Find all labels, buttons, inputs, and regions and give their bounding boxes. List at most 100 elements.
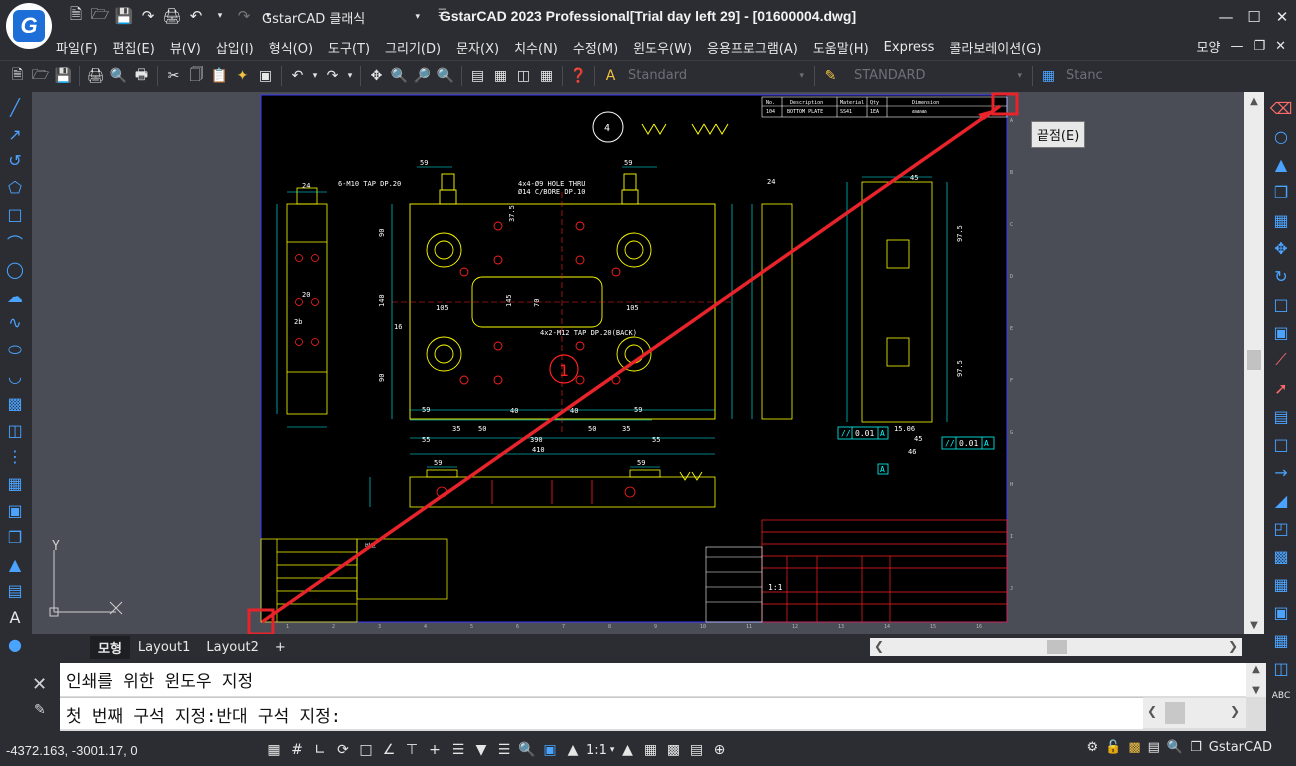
chamfer-icon[interactable]: ◢ — [1269, 488, 1293, 512]
new-icon[interactable]: 🗎 — [6, 64, 29, 87]
snap-icon[interactable]: # — [287, 739, 307, 761]
menu-help[interactable]: 도움말(H) — [813, 38, 878, 57]
pan-icon[interactable]: ✥ — [365, 64, 388, 87]
cut-icon[interactable]: ✂ — [162, 64, 185, 87]
join-icon[interactable]: → — [1269, 460, 1293, 484]
clean-screen-icon[interactable]: ▤ — [1148, 740, 1160, 755]
save-icon[interactable]: 💾 — [114, 6, 134, 26]
ortho-icon[interactable]: ∟ — [310, 739, 330, 761]
scroll-up-icon[interactable]: ▲ — [1244, 92, 1264, 110]
command-scroll-thumb[interactable] — [1165, 702, 1185, 724]
menu-file[interactable]: 파일(F) — [56, 38, 107, 57]
model-space-icon[interactable]: ▣ — [540, 739, 560, 761]
gear-icon[interactable]: ⚙ — [1086, 740, 1098, 755]
explode-icon[interactable]: ▩ — [1269, 544, 1293, 568]
menu-express[interactable]: Express — [884, 40, 944, 55]
gradient-icon[interactable]: ▣ — [3, 499, 27, 522]
scroll-down-icon[interactable]: ▼ — [1244, 616, 1264, 634]
text-style-select[interactable]: Standard ▾ — [622, 64, 810, 87]
fullscreen-icon[interactable]: ❐ — [1190, 740, 1202, 755]
wipeout-icon[interactable]: ▲ — [3, 553, 27, 576]
erase-icon[interactable]: ⌫ — [1269, 96, 1293, 120]
dim-style-icon[interactable]: ✎ — [819, 64, 842, 87]
mirror-icon[interactable]: ▲ — [1269, 152, 1293, 176]
undo-dropdown-icon[interactable]: ▾ — [309, 64, 321, 87]
edit-spline-icon[interactable]: ▣ — [1269, 600, 1293, 624]
multiline-text-icon[interactable]: A — [3, 606, 27, 629]
close-icon[interactable]: ✕ — [1268, 0, 1296, 34]
model-space-viewport[interactable]: No. Description Material Qty Dimension 1… — [32, 92, 1264, 634]
zoom-window-icon[interactable]: 🔎 — [411, 64, 434, 87]
command-customize-icon[interactable]: ✎ — [34, 702, 46, 718]
offset-icon[interactable]: ❐ — [1269, 180, 1293, 204]
tab-layout2[interactable]: Layout2 — [198, 638, 266, 657]
table-style-icon[interactable]: ▦ — [1037, 64, 1060, 87]
zoom-realtime-icon[interactable]: 🔍 — [388, 64, 411, 87]
scroll-down-icon[interactable]: ▼ — [1252, 685, 1260, 696]
save-as-icon[interactable]: ↷ — [138, 6, 158, 26]
hardware-acceleration-icon[interactable]: ▩ — [1128, 740, 1140, 755]
annotation-monitor-icon[interactable]: ⊕ — [709, 739, 729, 761]
hatch-icon[interactable]: ▦ — [3, 472, 27, 495]
shape-menu[interactable]: 모양 — [1197, 37, 1221, 56]
make-block-icon[interactable]: ◫ — [3, 419, 27, 442]
menu-dimension[interactable]: 치수(N) — [514, 38, 567, 57]
menu-applications[interactable]: 응용프로그램(A) — [707, 38, 807, 57]
doc-minimize-icon[interactable]: — — [1230, 39, 1243, 54]
copy-icon[interactable]: 🗍 — [185, 64, 208, 87]
menu-text[interactable]: 문자(X) — [456, 38, 508, 57]
text-style-icon[interactable]: A — [599, 64, 622, 87]
menu-view[interactable]: 뷰(V) — [170, 38, 210, 57]
dim-style-select[interactable]: STANDARD ▾ — [848, 64, 1028, 87]
fillet-icon[interactable]: ◰ — [1269, 516, 1293, 540]
scroll-up-icon[interactable]: ▲ — [1252, 664, 1260, 675]
polyline-icon[interactable]: ↺ — [3, 150, 27, 173]
menu-insert[interactable]: 삽입(I) — [216, 38, 263, 57]
save-icon[interactable]: 💾 — [52, 64, 75, 87]
tab-model[interactable]: 모형 — [90, 635, 130, 659]
point-icon[interactable]: ⋮ — [3, 446, 27, 469]
stretch-icon[interactable]: ▣ — [1269, 320, 1293, 344]
plot-preview-icon[interactable]: 🔍 — [107, 64, 130, 87]
transparency-icon[interactable]: ▩ — [663, 739, 683, 761]
command-input[interactable]: 첫 번째 구석 지정:반대 구석 지정: — [60, 697, 1143, 729]
chevron-down-icon[interactable]: ▾ — [610, 745, 615, 755]
revision-cloud-icon[interactable]: ☁ — [3, 285, 27, 308]
edit-hatch-icon[interactable]: ▦ — [1269, 628, 1293, 652]
doc-close-icon[interactable]: ✕ — [1275, 39, 1286, 54]
tab-add-layout[interactable]: + — [267, 638, 294, 657]
circle-icon[interactable]: ◯ — [3, 258, 27, 281]
grid-icon[interactable]: ▦ — [264, 739, 284, 761]
edit-array-icon[interactable]: ◫ — [1269, 656, 1293, 680]
gstarcad-logo-icon[interactable]: G — [6, 3, 52, 49]
publish-icon[interactable]: 🖶 — [130, 64, 153, 87]
trim-icon[interactable]: ⟋ — [1269, 348, 1293, 372]
command-horizontal-scrollbar[interactable]: ❮ ❯ — [1143, 698, 1246, 728]
table-icon[interactable]: ▤ — [3, 580, 27, 603]
annotation-scale[interactable]: 1:1 — [586, 743, 607, 758]
arc-icon[interactable]: ⌒ — [3, 230, 27, 254]
region-icon[interactable]: ❐ — [3, 526, 27, 549]
line-icon[interactable]: ╱ — [3, 96, 27, 119]
annotation-visibility-icon[interactable]: ▲ — [563, 739, 583, 761]
cursor-coordinates[interactable]: -4372.163, -3001.17, 0 — [6, 743, 138, 758]
extend-icon[interactable]: ➚ — [1269, 376, 1293, 400]
menu-modify[interactable]: 수정(M) — [573, 38, 627, 57]
redo-dropdown-icon[interactable]: ▾ — [344, 64, 356, 87]
plot-icon[interactable]: 🖨 — [84, 64, 107, 87]
tab-layout1[interactable]: Layout1 — [130, 638, 198, 657]
ellipse-icon[interactable]: ⬭ — [3, 338, 27, 361]
vertical-scrollbar[interactable]: ▲ ▼ — [1244, 92, 1264, 634]
search-icon[interactable]: 🔍 — [1167, 740, 1183, 755]
undo-dropdown-icon[interactable]: ▾ — [210, 6, 230, 26]
selection-cycling-icon[interactable]: ▼ — [471, 739, 491, 761]
redo-icon[interactable]: ↷ — [234, 6, 254, 26]
menu-draw[interactable]: 그리기(D) — [385, 38, 450, 57]
redo-icon[interactable]: ↷ — [321, 64, 344, 87]
rectangle-icon[interactable]: □ — [3, 203, 27, 226]
edit-polyline-icon[interactable]: ▦ — [1269, 572, 1293, 596]
scroll-left-icon[interactable]: ❮ — [874, 639, 884, 653]
doc-restore-icon[interactable]: ❐ — [1253, 39, 1265, 54]
menu-collaboration[interactable]: 콜라보레이션(G) — [949, 38, 1050, 57]
vertical-scroll-thumb[interactable] — [1247, 350, 1261, 370]
